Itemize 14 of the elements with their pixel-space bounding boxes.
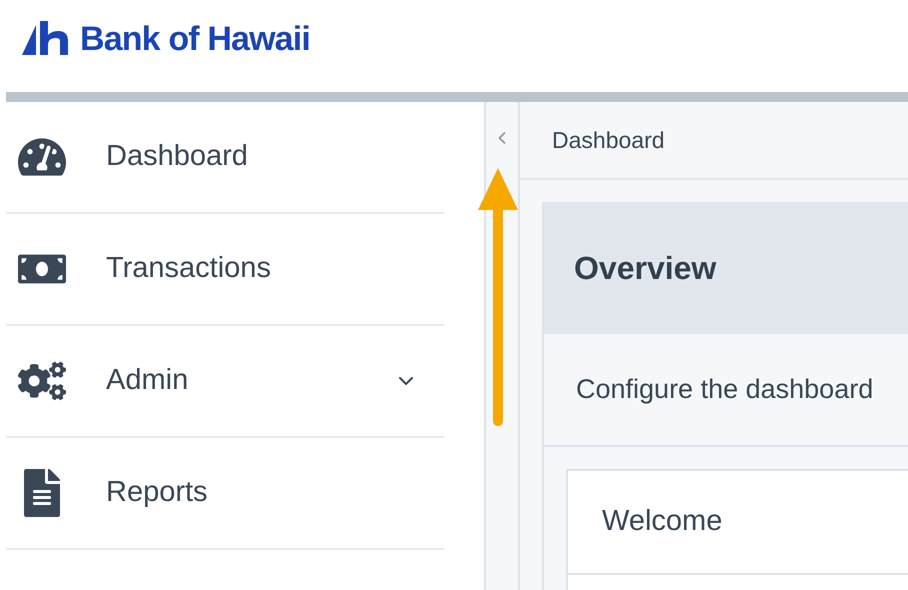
sidebar-item[interactable]: Dashboard (6, 102, 444, 214)
nav-label: Transactions (106, 251, 272, 286)
logo-text: Bank of Hawaii (80, 18, 310, 60)
logo-mark-icon (22, 21, 70, 57)
nav-label: Admin (106, 363, 190, 398)
sidebar-item[interactable]: Admin (6, 326, 444, 438)
nav-label: Reports (106, 475, 209, 510)
breadcrumb[interactable]: Dashboard (552, 122, 665, 158)
sidebar-item[interactable]: Transactions (6, 214, 444, 326)
sidebar-item[interactable]: Reports (6, 438, 444, 550)
nav-label: Dashboard (106, 139, 249, 174)
panel-title: Welcome (602, 504, 722, 540)
card-title: Overview (574, 249, 716, 288)
card-description: Configure the dashboard (576, 373, 874, 406)
